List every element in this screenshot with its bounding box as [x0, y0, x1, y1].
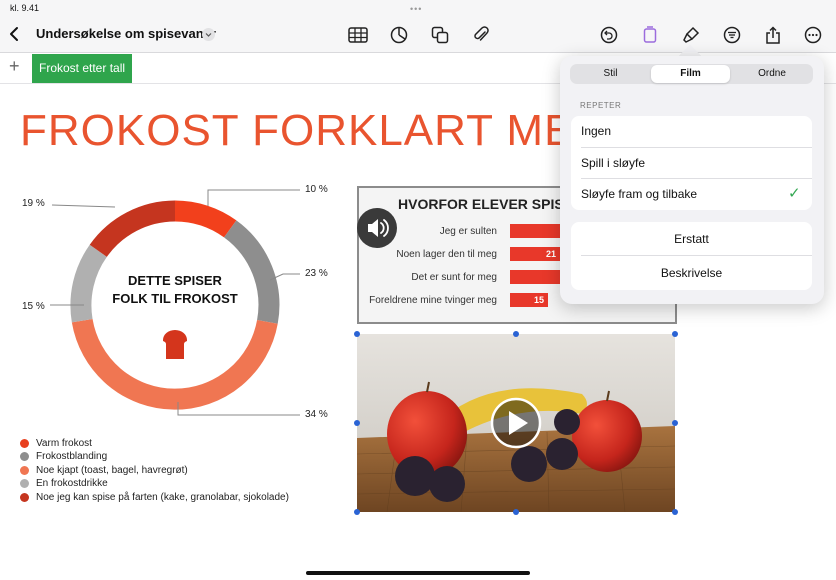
- bar: 21: [510, 247, 560, 261]
- share-icon[interactable]: [761, 23, 785, 47]
- donut-label-15: 15 %: [22, 301, 45, 312]
- donut-label-23: 23 %: [305, 268, 328, 279]
- tab-frokost-etter-tall[interactable]: Frokost etter tall: [32, 54, 133, 83]
- home-indicator: [306, 571, 530, 575]
- repeat-section-header: REPETER: [580, 101, 622, 110]
- speaker-icon[interactable]: [357, 208, 397, 248]
- shapes-icon[interactable]: [428, 23, 452, 47]
- tab-ordne[interactable]: Ordne: [732, 66, 812, 82]
- paperclip-icon[interactable]: [469, 23, 493, 47]
- document-icon[interactable]: [638, 23, 662, 47]
- donut-label-34: 34 %: [305, 409, 328, 420]
- donut-slice-varm-frokost: [174, 200, 237, 238]
- resize-handle[interactable]: [354, 420, 360, 426]
- legend-label: En frokostdrikke: [36, 478, 108, 489]
- donut-slice-frokostdrikke: [70, 244, 108, 323]
- leader-line-19: [51, 204, 116, 208]
- resize-handle[interactable]: [672, 420, 678, 426]
- filter-icon[interactable]: [720, 23, 744, 47]
- table-icon[interactable]: [346, 23, 370, 47]
- back-chevron-icon[interactable]: [7, 26, 21, 47]
- legend-dot: [20, 439, 29, 448]
- legend-item-varm-frokost: Varm frokost: [20, 438, 92, 449]
- multitasking-dots[interactable]: •••: [410, 4, 422, 14]
- tab-stil[interactable]: Stil: [571, 66, 650, 82]
- resize-handle[interactable]: [513, 509, 519, 515]
- checkmark-icon: ✓: [788, 185, 801, 202]
- paintbrush-icon[interactable]: [679, 23, 703, 47]
- title-dropdown-icon[interactable]: [202, 28, 215, 41]
- tab-film[interactable]: Film: [651, 66, 730, 82]
- add-sheet-button[interactable]: +: [9, 56, 20, 77]
- bar: [510, 270, 560, 284]
- leader-line-10: [207, 189, 300, 206]
- resize-handle[interactable]: [672, 509, 678, 515]
- repeat-option-loop[interactable]: Spill i sløyfe: [581, 156, 645, 170]
- resize-handle[interactable]: [354, 509, 360, 515]
- slide-title[interactable]: FROKOST FORKLART MED: [20, 106, 607, 156]
- donut-center-line1: DETTE SPISER: [128, 273, 222, 288]
- status-time: kl. 9.41: [10, 3, 40, 13]
- donut-label-10: 10 %: [305, 184, 328, 195]
- legend-item-paa-farten: Noe jeg kan spise på farten (kake, grano…: [20, 492, 289, 503]
- donut-center-line2: FOLK TIL FROKOST: [112, 291, 238, 306]
- toast-icon: [160, 328, 190, 365]
- donut-slice-paa-farten: [89, 200, 176, 258]
- document-title[interactable]: Undersøkelse om spisevaner: [36, 26, 216, 41]
- divider: [581, 147, 812, 148]
- undo-icon[interactable]: [597, 23, 621, 47]
- donut-center-text: DETTE SPISER FOLK TIL FROKOST: [110, 272, 240, 308]
- resize-handle[interactable]: [513, 331, 519, 337]
- divider: [581, 255, 812, 256]
- divider: [581, 178, 812, 179]
- more-icon[interactable]: [801, 23, 825, 47]
- movie-still[interactable]: [357, 334, 675, 512]
- bar-label: Foreldrene mine tvinger meg: [369, 295, 497, 306]
- bar-label: Det er sunt for meg: [411, 272, 497, 283]
- resize-handle[interactable]: [672, 331, 678, 337]
- bar: 15: [510, 293, 548, 307]
- resize-handle[interactable]: [354, 331, 360, 337]
- legend-item-noe-kjapt: Noe kjapt (toast, bagel, havregrøt): [20, 465, 188, 476]
- repeat-option-back-and-forth[interactable]: Sløyfe fram og tilbake: [581, 187, 697, 201]
- legend-dot: [20, 466, 29, 475]
- replace-button[interactable]: Erstatt: [571, 232, 812, 246]
- bar-label: Noen lager den til meg: [396, 249, 497, 260]
- legend-dot: [20, 452, 29, 461]
- legend-label: Frokostblanding: [36, 451, 108, 462]
- legend-dot: [20, 479, 29, 488]
- bar: [510, 224, 560, 238]
- chart-icon[interactable]: [387, 23, 411, 47]
- description-button[interactable]: Beskrivelse: [571, 266, 812, 280]
- legend-dot: [20, 493, 29, 502]
- legend-item-frokostdrikke: En frokostdrikke: [20, 478, 108, 489]
- legend-label: Noe jeg kan spise på farten (kake, grano…: [36, 492, 289, 503]
- legend-label: Noe kjapt (toast, bagel, havregrøt): [36, 465, 188, 476]
- legend-item-frokostblanding: Frokostblanding: [20, 451, 107, 462]
- legend-label: Varm frokost: [36, 438, 92, 449]
- repeat-option-ingen[interactable]: Ingen: [581, 124, 611, 138]
- bar-chart-title: HVORFOR ELEVER SPISE: [398, 196, 574, 212]
- donut-label-19: 19 %: [22, 198, 45, 209]
